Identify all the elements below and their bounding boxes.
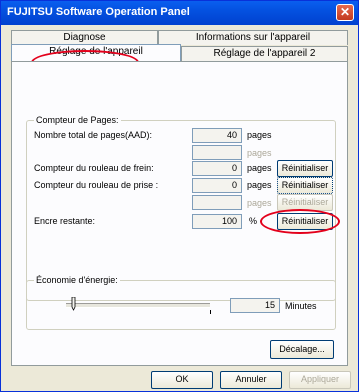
tab-device-info[interactable]: Informations sur l'appareil	[158, 30, 348, 45]
page-counter-group-label: Compteur de Pages:	[34, 115, 121, 125]
total-pages-unit: pages	[247, 130, 272, 140]
title-bar[interactable]: FUJITSU Software Operation Panel ✕	[1, 1, 358, 25]
brake-roll-label: Compteur du rouleau de frein:	[34, 163, 154, 173]
pick-blank-value	[192, 195, 242, 210]
tab-label: Réglage de l'appareil 2	[213, 48, 316, 59]
energy-slider-track[interactable]	[66, 303, 210, 308]
annotation-circle	[260, 209, 340, 234]
apply-button[interactable]: Appliquer	[289, 371, 351, 389]
tab-diagnose[interactable]: Diagnose	[11, 30, 158, 45]
slider-tick	[210, 310, 211, 314]
ink-label: Encre restante:	[34, 216, 96, 226]
window-title: FUJITSU Software Operation Panel	[7, 6, 190, 18]
pick-roll-unit: pages	[247, 180, 272, 190]
energy-slider-thumb[interactable]	[71, 296, 76, 311]
cancel-button[interactable]: Annuler	[220, 371, 282, 389]
pick-roll-value: 0	[192, 178, 242, 193]
tab-label: Informations sur l'appareil	[195, 32, 311, 43]
brake-roll-value: 0	[192, 161, 242, 176]
pick-blank-unit: pages	[247, 198, 272, 208]
dialog-window: FUJITSU Software Operation Panel ✕ Diagn…	[0, 0, 359, 392]
tab-panel: Compteur de Pages: Nombre total de pages…	[11, 61, 348, 366]
pick-roll-label: Compteur du rouleau de prise :	[34, 180, 159, 190]
energy-saving-group-label: Économie d'énergie:	[34, 275, 120, 285]
reset-pick-roll-button[interactable]: Réinitialiser	[277, 177, 333, 194]
energy-value: 15	[230, 298, 280, 313]
total-pages-label: Nombre total de pages(AAD):	[34, 130, 153, 140]
total-pages-blank-unit: pages	[247, 148, 272, 158]
total-pages-blank-value	[192, 145, 242, 160]
tab-label: Diagnose	[63, 32, 106, 43]
close-button[interactable]: ✕	[336, 4, 354, 21]
ok-button[interactable]: OK	[151, 371, 213, 389]
ink-unit: %	[249, 216, 258, 226]
ink-value: 100	[192, 214, 242, 229]
tab-device-settings-2[interactable]: Réglage de l'appareil 2	[181, 46, 348, 61]
offset-button[interactable]: Décalage...	[270, 340, 334, 359]
energy-unit: Minutes	[285, 301, 317, 311]
brake-roll-unit: pages	[247, 163, 272, 173]
reset-brake-roll-button[interactable]: Réinitialiser	[277, 160, 333, 177]
total-pages-value: 40	[192, 128, 242, 143]
